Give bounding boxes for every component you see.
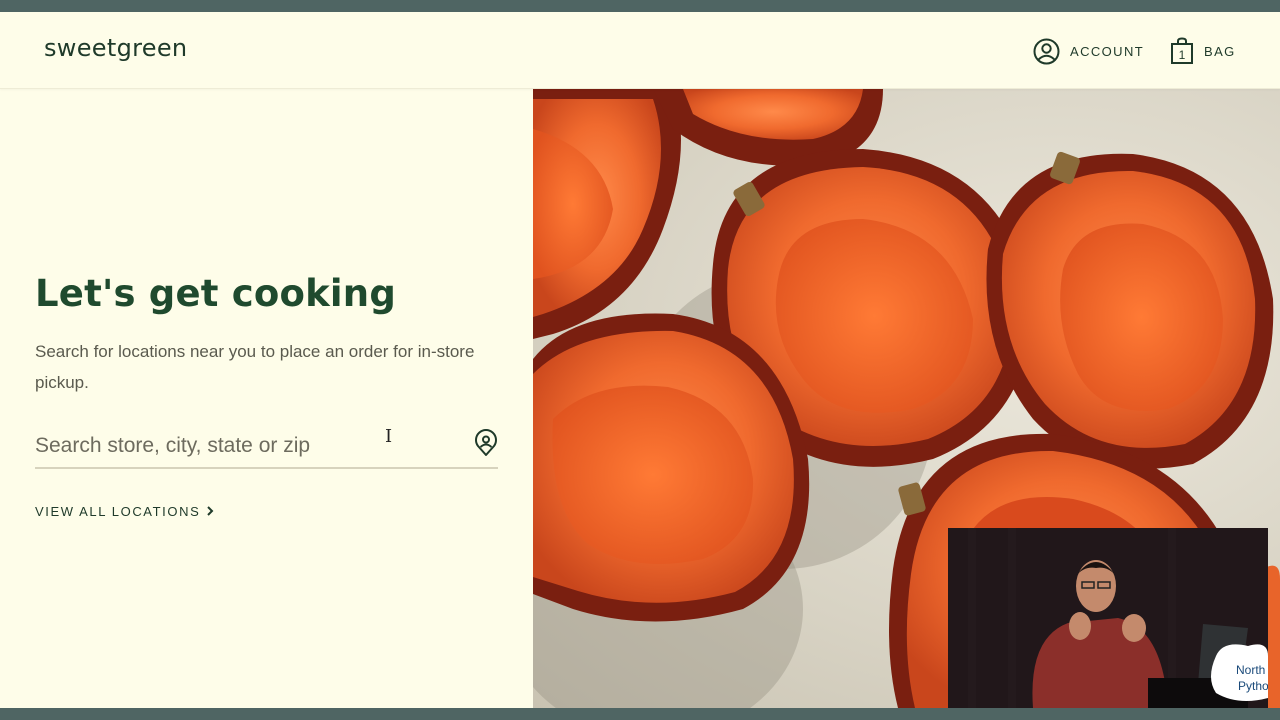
bag-link[interactable]: 1 BAG bbox=[1170, 36, 1236, 66]
sweetgreen-logo[interactable]: sweetgreen bbox=[44, 34, 187, 62]
speaker-illustration: North Pytho bbox=[948, 528, 1268, 708]
account-icon bbox=[1033, 38, 1060, 65]
search-field bbox=[35, 425, 498, 469]
sign-text-line2: Pytho bbox=[1238, 679, 1268, 693]
page-title: Let's get cooking bbox=[35, 272, 397, 315]
speaker-video-overlay: North Pytho bbox=[948, 528, 1268, 708]
chevron-right-icon bbox=[206, 504, 214, 519]
bottom-edge-bar bbox=[0, 708, 1280, 720]
view-all-locations-link[interactable]: VIEW ALL LOCATIONS bbox=[35, 504, 214, 519]
account-link[interactable]: ACCOUNT bbox=[1033, 36, 1144, 66]
account-label: ACCOUNT bbox=[1070, 43, 1145, 59]
site-header: sweetgreen ACCOUNT 1 BAG bbox=[0, 12, 1280, 89]
search-description: Search for locations near you to place a… bbox=[35, 342, 475, 392]
sign-text-line1: North bbox=[1236, 663, 1265, 677]
location-search-panel: Let's get cooking Search for locations n… bbox=[0, 89, 533, 708]
bag-icon: 1 bbox=[1170, 37, 1194, 65]
view-all-label: VIEW ALL LOCATIONS bbox=[35, 504, 201, 519]
bag-count: 1 bbox=[1178, 48, 1186, 62]
location-pin-icon[interactable] bbox=[474, 429, 498, 462]
text-cursor-icon: I bbox=[385, 426, 393, 447]
bag-label: BAG bbox=[1204, 43, 1236, 59]
